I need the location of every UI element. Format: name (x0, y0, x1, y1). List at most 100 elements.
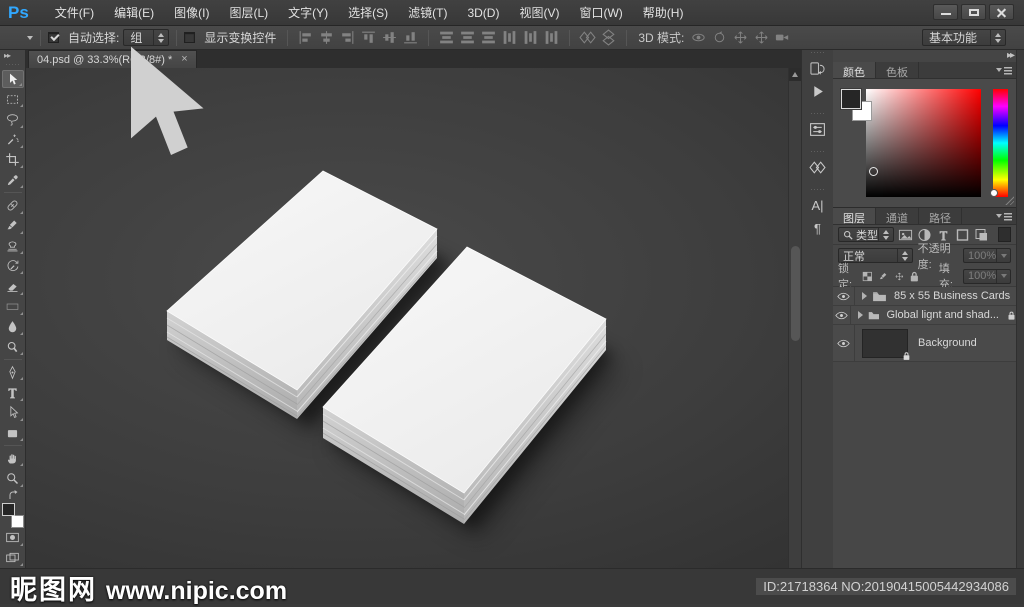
3d-slide-icon[interactable] (753, 30, 770, 45)
lock-transparent-pixels-icon[interactable] (862, 270, 873, 283)
dock-grip-handle[interactable] (810, 112, 826, 116)
distribute-top-edges-button[interactable] (438, 30, 455, 45)
properties-panel-button[interactable] (805, 118, 831, 141)
opacity-dropdown[interactable]: 100% (963, 248, 1011, 263)
gradient-tool[interactable] (2, 298, 24, 316)
lock-image-pixels-icon[interactable] (878, 270, 889, 283)
swap-colors-icon[interactable] (7, 489, 19, 501)
panel-menu-icon[interactable] (996, 212, 1012, 221)
menu-help[interactable]: 帮助(H) (633, 0, 694, 26)
3d-roll-icon[interactable] (711, 30, 728, 45)
layer-name[interactable]: Background (918, 337, 977, 349)
menu-filter[interactable]: 滤镜(T) (398, 0, 457, 26)
group-expander-icon[interactable] (858, 311, 863, 319)
auto-blend-layers-button[interactable] (600, 30, 617, 45)
shape-tool[interactable] (2, 424, 24, 442)
tab-layers[interactable]: 图层 (833, 208, 876, 224)
layer-row-background[interactable]: Background (833, 325, 1016, 362)
move-tool-preset-icon[interactable] (6, 30, 24, 46)
foreground-color-swatch[interactable] (2, 503, 15, 516)
paragraph-panel-button[interactable]: ¶ (805, 217, 831, 240)
fill-dropdown[interactable]: 100% (963, 269, 1011, 284)
maximize-button[interactable] (961, 4, 986, 20)
auto-align-layers-button[interactable] (579, 30, 596, 45)
lock-position-icon[interactable] (894, 270, 905, 283)
align-left-edges-button[interactable] (297, 30, 314, 45)
canvas-vertical-scrollbar[interactable] (788, 68, 801, 568)
layer-visibility-toggle[interactable] (833, 325, 855, 361)
screen-mode-button[interactable] (2, 549, 24, 567)
filter-pixel-layers-icon[interactable] (898, 228, 913, 242)
saturation-brightness-field[interactable] (866, 89, 981, 197)
history-brush-tool[interactable] (2, 257, 24, 275)
background-color-swatch[interactable] (11, 515, 24, 528)
menu-select[interactable]: 选择(S) (338, 0, 398, 26)
panels-collapse-chevron-icon[interactable]: ▸▸ (1007, 50, 1013, 61)
healing-brush-tool[interactable] (2, 196, 24, 214)
styles-panel-button[interactable] (805, 156, 831, 179)
menu-3d[interactable]: 3D(D) (457, 0, 509, 26)
tab-swatches[interactable]: 色板 (876, 62, 919, 78)
hue-slider-handle[interactable] (990, 189, 998, 197)
dock-grip-handle[interactable] (810, 150, 826, 154)
menu-file[interactable]: 文件(F) (45, 0, 104, 26)
layer-thumbnail[interactable] (862, 329, 908, 358)
show-transform-checkbox[interactable] (184, 32, 195, 43)
menu-image[interactable]: 图像(I) (164, 0, 219, 26)
layer-row-global-light[interactable]: Global lignt and shad... (833, 306, 1016, 325)
type-tool[interactable] (2, 383, 24, 401)
dock-grip-handle[interactable] (810, 188, 826, 192)
auto-select-dropdown[interactable]: 组 (123, 29, 169, 46)
dodge-tool[interactable] (2, 338, 24, 356)
distribute-vertical-centers-button[interactable] (459, 30, 476, 45)
brush-tool[interactable] (2, 217, 24, 235)
zoom-tool[interactable] (2, 469, 24, 487)
group-expander-icon[interactable] (862, 292, 867, 300)
close-button[interactable] (989, 4, 1014, 20)
menu-window[interactable]: 窗口(W) (569, 0, 632, 26)
tab-color[interactable]: 颜色 (833, 62, 876, 78)
tab-paths[interactable]: 路径 (919, 208, 962, 224)
eraser-tool[interactable] (2, 277, 24, 295)
menu-type[interactable]: 文字(Y) (278, 0, 338, 26)
tab-channels[interactable]: 通道 (876, 208, 919, 224)
character-panel-button[interactable]: A| (805, 194, 831, 217)
align-bottom-edges-button[interactable] (402, 30, 419, 45)
history-panel-button[interactable] (805, 57, 831, 80)
foreground-color-swatch[interactable] (841, 89, 861, 109)
hand-tool[interactable] (2, 449, 24, 467)
distribute-right-edges-button[interactable] (543, 30, 560, 45)
layer-visibility-toggle[interactable] (833, 287, 855, 305)
filter-smart-objects-icon[interactable] (974, 228, 989, 242)
distribute-bottom-edges-button[interactable] (480, 30, 497, 45)
quick-mask-button[interactable] (2, 529, 24, 547)
align-right-edges-button[interactable] (339, 30, 356, 45)
align-horizontal-centers-button[interactable] (318, 30, 335, 45)
actions-panel-button[interactable] (805, 80, 831, 103)
dock-grip-handle[interactable] (810, 51, 826, 55)
clone-stamp-tool[interactable] (2, 237, 24, 255)
minimize-button[interactable] (933, 4, 958, 20)
align-top-edges-button[interactable] (360, 30, 377, 45)
3d-camera-icon[interactable] (774, 30, 791, 45)
hue-slider[interactable] (993, 89, 1008, 197)
layer-filter-dropdown[interactable]: 类型 (838, 227, 894, 242)
menu-layer[interactable]: 图层(L) (219, 0, 278, 26)
layer-visibility-toggle[interactable] (833, 306, 851, 324)
pen-tool[interactable] (2, 363, 24, 381)
distribute-left-edges-button[interactable] (501, 30, 518, 45)
path-selection-tool[interactable] (2, 404, 24, 422)
menu-edit[interactable]: 编辑(E) (104, 0, 164, 26)
layer-row-business-cards[interactable]: 85 x 55 Business Cards (833, 287, 1016, 306)
layer-name[interactable]: 85 x 55 Business Cards (894, 290, 1010, 302)
blur-tool[interactable] (2, 318, 24, 336)
3d-pan-icon[interactable] (732, 30, 749, 45)
auto-select-checkbox[interactable] (48, 32, 59, 43)
align-vertical-centers-button[interactable] (381, 30, 398, 45)
distribute-horizontal-centers-button[interactable] (522, 30, 539, 45)
panel-menu-icon[interactable] (996, 66, 1012, 75)
3d-rotate-icon[interactable] (690, 30, 707, 45)
layer-filter-toggle[interactable] (998, 227, 1011, 242)
menu-view[interactable]: 视图(V) (509, 0, 569, 26)
scrollbar-thumb[interactable] (791, 246, 800, 341)
